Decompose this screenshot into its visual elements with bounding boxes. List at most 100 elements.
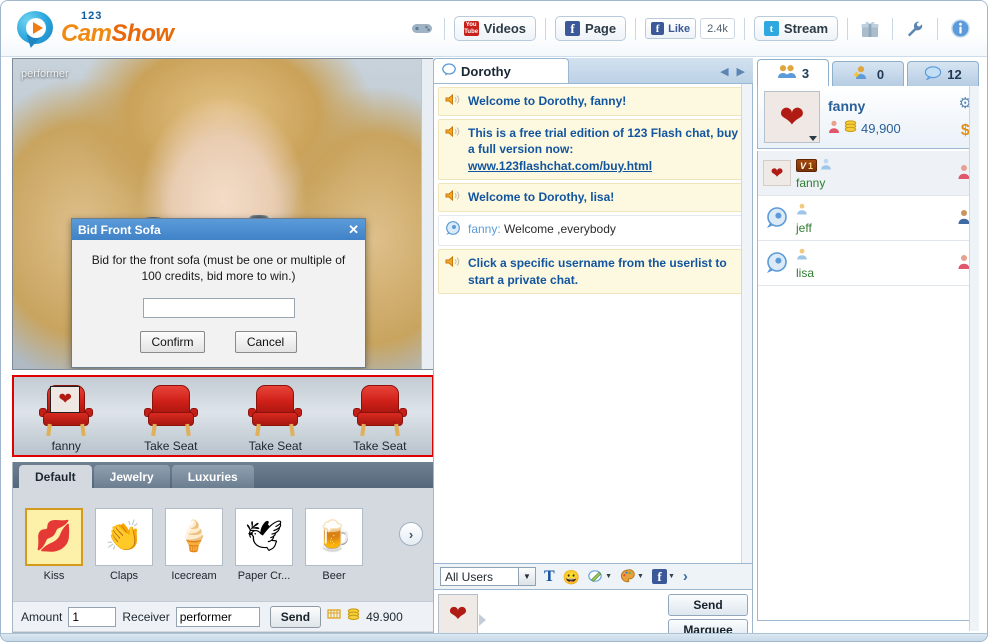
divider bbox=[937, 17, 938, 40]
gift-item[interactable]: 🍦 Icecream bbox=[163, 507, 225, 582]
users-count: 3 bbox=[801, 65, 810, 81]
video-player[interactable]: performer Bid Front Sofa ✕ Bid for the f… bbox=[12, 58, 434, 370]
seat-slot[interactable]: Take Seat bbox=[223, 385, 328, 455]
user-avatar bbox=[763, 205, 791, 231]
tab-default[interactable]: Default bbox=[19, 465, 92, 488]
header-toolbar: You Tube Videos f Page f Like 2.4k t Stre… bbox=[409, 16, 973, 41]
gamepad-icon[interactable] bbox=[409, 17, 435, 41]
promo-link[interactable]: www.123flashchat.com/buy.html bbox=[468, 159, 652, 173]
user-info: lisa bbox=[796, 247, 814, 280]
userlist-column: 3 0 12 ❤ fanny 49,900 ⚙ $ ❤ V 1 fanny je… bbox=[757, 58, 979, 636]
add-user-icon bbox=[852, 65, 872, 83]
userlist-scrollbar[interactable] bbox=[969, 86, 979, 631]
app-header: 123 CamShow You Tube Videos f Page f Like bbox=[1, 1, 987, 57]
chat-scrollbar[interactable] bbox=[741, 84, 752, 563]
chat-message: Click a specific username from the userl… bbox=[438, 249, 748, 294]
gift-item[interactable]: 🍺 Beer bbox=[303, 507, 365, 582]
bid-amount-input[interactable] bbox=[142, 298, 295, 319]
user-info: jeff bbox=[796, 202, 812, 235]
cancel-button[interactable]: Cancel bbox=[234, 331, 297, 354]
credits-value: 49.900 bbox=[366, 609, 403, 624]
facebook-icon: f bbox=[565, 21, 581, 36]
chevron-down-icon[interactable] bbox=[809, 136, 817, 141]
claps-icon[interactable]: 👏 bbox=[95, 507, 153, 566]
tab-dorothy[interactable]: Dorothy bbox=[433, 58, 569, 83]
divider bbox=[443, 17, 445, 40]
user-name: fanny bbox=[796, 175, 826, 190]
list-item[interactable]: ❤ V 1 fanny bbox=[758, 151, 978, 196]
divider bbox=[635, 17, 637, 40]
chat-tab-nav: ◀ ▶ bbox=[720, 65, 753, 83]
message-author[interactable]: fanny: bbox=[468, 222, 501, 236]
performer-label: performer bbox=[21, 68, 69, 80]
kiss-icon[interactable]: 💋 bbox=[25, 507, 83, 566]
emoji-icon[interactable]: 😀 bbox=[563, 570, 580, 584]
stream-button[interactable]: t Stream bbox=[753, 16, 838, 41]
chat-message-text: Welcome to Dorothy, lisa! bbox=[468, 189, 615, 204]
beer-icon[interactable]: 🍺 bbox=[305, 507, 363, 566]
pen-icon[interactable]: ▼ bbox=[588, 569, 612, 584]
dialog-buttons: Confirm Cancel bbox=[86, 331, 351, 354]
tab-add-users[interactable]: 0 bbox=[832, 61, 904, 86]
gift-panel: Default Jewelry Luxuries 💋 Kiss 👏 Claps … bbox=[12, 462, 434, 633]
tab-luxuries[interactable]: Luxuries bbox=[171, 465, 254, 488]
chair-icon bbox=[352, 385, 408, 437]
page-button[interactable]: f Page bbox=[555, 16, 627, 41]
vip-level: 1 bbox=[808, 160, 814, 171]
seat-slot[interactable]: ❤ fanny bbox=[14, 385, 119, 455]
wrench-icon[interactable] bbox=[902, 17, 928, 41]
nav-prev-icon[interactable]: ◀ bbox=[720, 65, 728, 78]
divider bbox=[892, 17, 893, 40]
chat-message-list: Welcome to Dorothy, fanny! This is a fre… bbox=[433, 84, 753, 563]
divider bbox=[743, 17, 745, 40]
close-icon[interactable]: ✕ bbox=[348, 222, 359, 238]
confirm-button[interactable]: Confirm bbox=[140, 331, 205, 354]
chat-message-text: Welcome to Dorothy, fanny! bbox=[468, 94, 627, 108]
gift-item[interactable]: 🕊 Paper Cr... bbox=[233, 507, 295, 582]
recipient-select[interactable]: All Users ▼ bbox=[440, 567, 536, 586]
receiver-input[interactable] bbox=[175, 606, 260, 627]
more-tools-icon[interactable]: › bbox=[683, 569, 688, 584]
facebook-glyph: f bbox=[651, 569, 667, 584]
user-list: ❤ V 1 fanny jeff lisa bbox=[757, 151, 979, 621]
logo-text: 123 CamShow bbox=[61, 11, 174, 46]
tab-chat-rooms[interactable]: 12 bbox=[907, 61, 979, 86]
chevron-right-icon[interactable]: › bbox=[399, 522, 423, 546]
rank-icon bbox=[828, 120, 840, 136]
message-body: This is a free trial edition of 123 Flas… bbox=[468, 126, 739, 157]
palette-icon[interactable]: ▼ bbox=[620, 569, 644, 584]
add-users-count: 0 bbox=[876, 66, 885, 82]
chat-message-text: This is a free trial edition of 123 Flas… bbox=[468, 125, 741, 174]
profile-credits: 49,900 bbox=[828, 120, 951, 136]
video-scrollbar[interactable] bbox=[421, 59, 433, 369]
user-name: jeff bbox=[796, 220, 812, 235]
gift-item[interactable]: 👏 Claps bbox=[93, 507, 155, 582]
seat-slot[interactable]: Take Seat bbox=[328, 385, 433, 455]
font-icon[interactable]: T bbox=[544, 568, 555, 585]
user-name: lisa bbox=[796, 265, 815, 280]
videos-button[interactable]: You Tube Videos bbox=[453, 16, 537, 41]
chat-message: This is a free trial edition of 123 Flas… bbox=[438, 119, 748, 180]
nav-next-icon[interactable]: ▶ bbox=[737, 65, 745, 78]
app-logo: 123 CamShow bbox=[17, 9, 174, 49]
send-gift-button[interactable]: Send bbox=[269, 605, 322, 628]
cart-icon[interactable] bbox=[327, 607, 341, 626]
list-item[interactable]: jeff bbox=[758, 196, 978, 241]
logo-name: CamShow bbox=[61, 20, 174, 47]
avatar[interactable]: ❤ bbox=[764, 91, 820, 143]
facebook-share-icon[interactable]: f ▼ bbox=[651, 569, 675, 584]
like-button[interactable]: f Like bbox=[645, 18, 697, 39]
gift-icon[interactable] bbox=[857, 17, 883, 41]
list-item[interactable]: lisa bbox=[758, 241, 978, 286]
info-icon[interactable] bbox=[947, 17, 973, 41]
paper-crane-icon[interactable]: 🕊 bbox=[235, 507, 293, 566]
user-badges: V 1 bbox=[796, 157, 832, 175]
amount-input[interactable] bbox=[68, 606, 117, 627]
tab-users[interactable]: 3 bbox=[757, 59, 829, 86]
gift-item[interactable]: 💋 Kiss bbox=[23, 507, 85, 582]
tab-jewelry[interactable]: Jewelry bbox=[93, 465, 170, 488]
send-button[interactable]: Send bbox=[668, 594, 748, 616]
vip-badge: V 1 bbox=[796, 159, 818, 172]
seat-slot[interactable]: Take Seat bbox=[119, 385, 224, 455]
icecream-icon[interactable]: 🍦 bbox=[165, 507, 223, 566]
